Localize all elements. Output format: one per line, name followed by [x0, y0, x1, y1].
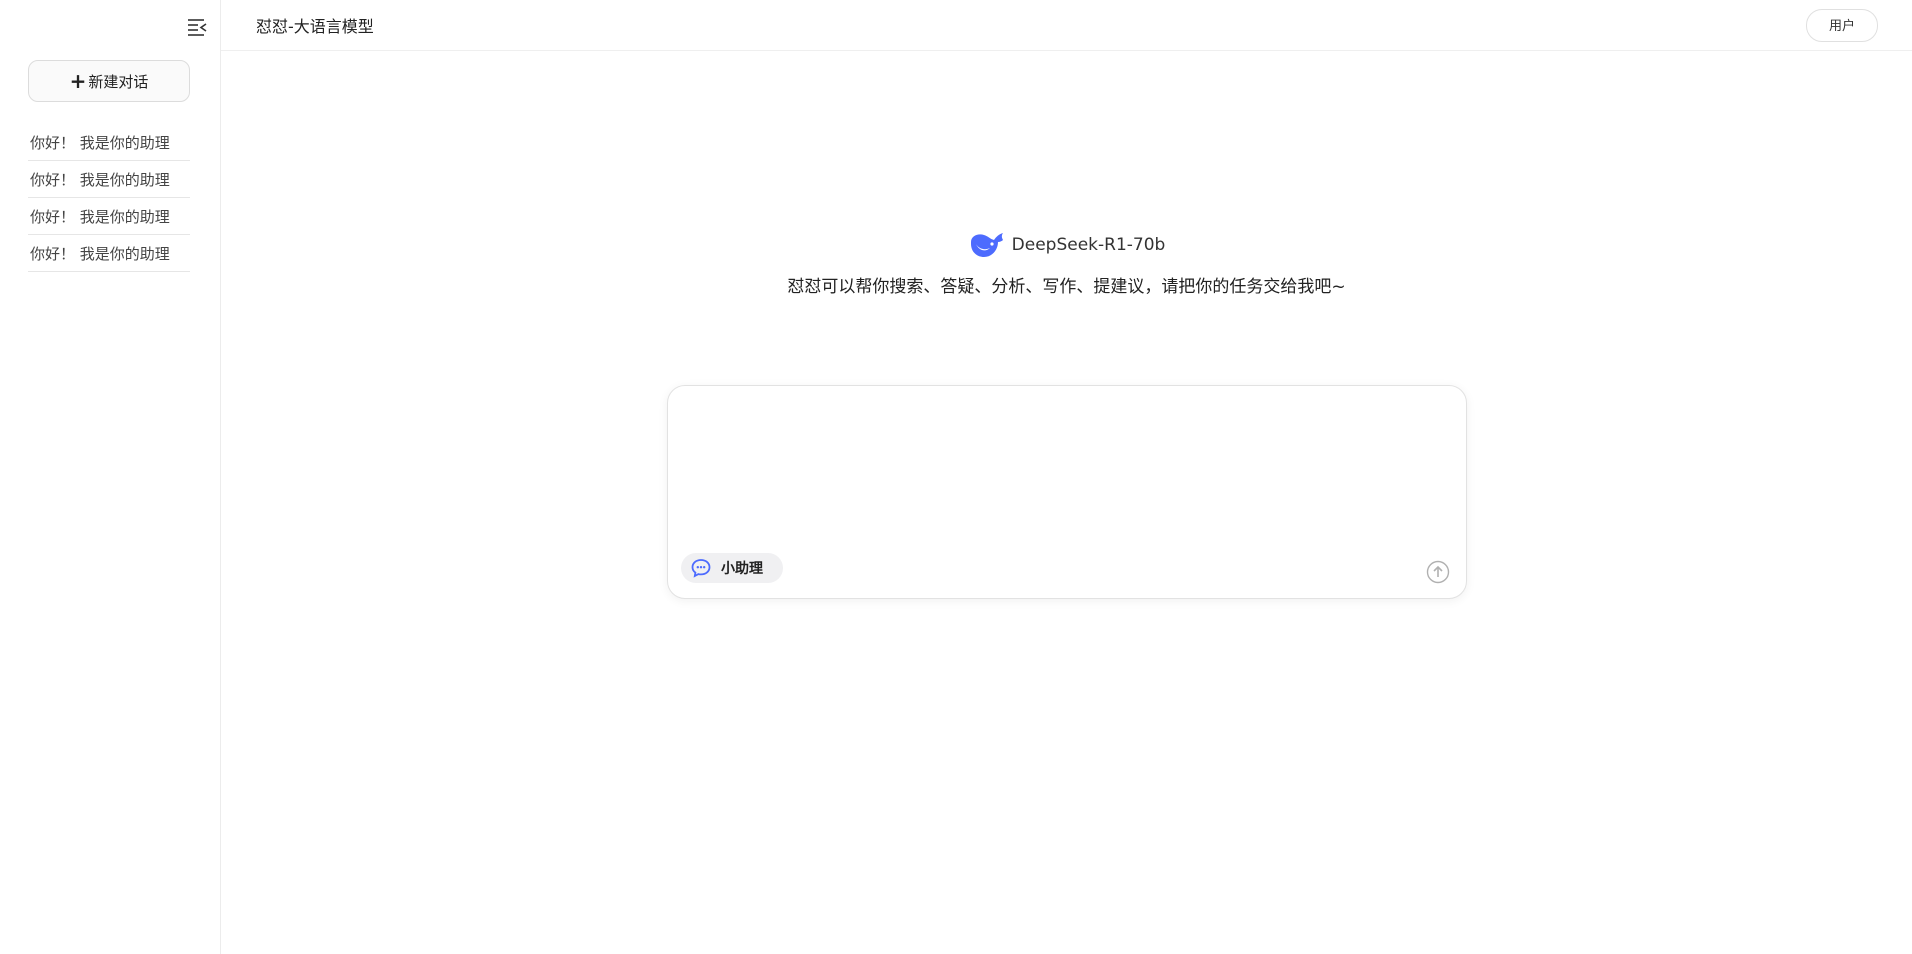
welcome-tagline: 怼怼可以帮你搜索、答疑、分析、写作、提建议，请把你的任务交给我吧~ [787, 277, 1346, 297]
history-item-label: 你好！ 我是你的助理 [30, 207, 170, 226]
sidebar-collapse-icon[interactable] [186, 16, 208, 38]
message-input[interactable] [684, 400, 1450, 520]
history-item[interactable]: 你好！ 我是你的助理 [28, 161, 190, 198]
page-title: 怼怼-大语言模型 [256, 17, 374, 36]
app-root: + 新建对话 你好！ 我是你的助理 你好！ 我是你的助理 你好！ 我是你的助理 … [0, 0, 1912, 954]
top-bar: 怼怼-大语言模型 用户 [221, 0, 1912, 51]
new-chat-button[interactable]: + 新建对话 [28, 60, 190, 102]
welcome-hero: DeepSeek-R1-70b 怼怼可以帮你搜索、答疑、分析、写作、提建议，请把… [221, 230, 1912, 297]
history-item[interactable]: 你好！ 我是你的助理 [28, 124, 190, 161]
sidebar: + 新建对话 你好！ 我是你的助理 你好！ 我是你的助理 你好！ 我是你的助理 … [0, 0, 221, 954]
history-item[interactable]: 你好！ 我是你的助理 [28, 235, 190, 272]
deepseek-whale-logo-icon [970, 233, 1003, 257]
assistant-label: 小助理 [721, 561, 763, 577]
history-item-label: 你好！ 我是你的助理 [30, 244, 170, 263]
send-arrow-up-icon[interactable] [1426, 560, 1450, 584]
message-composer: 小助理 [667, 385, 1467, 599]
main-panel: 怼怼-大语言模型 用户 DeepSeek-R1-70b 怼怼可以帮你搜索、答疑、… [221, 0, 1912, 954]
model-indicator: DeepSeek-R1-70b [221, 230, 1912, 260]
assistant-selector-button[interactable]: 小助理 [681, 553, 783, 583]
new-chat-label: 新建对话 [88, 72, 149, 91]
plus-icon: + [69, 69, 87, 93]
user-button[interactable]: 用户 [1805, 8, 1878, 42]
chat-bubble-icon [691, 559, 711, 578]
model-name: DeepSeek-R1-70b [1011, 235, 1166, 255]
chat-history-list: 你好！ 我是你的助理 你好！ 我是你的助理 你好！ 我是你的助理 你好！ 我是你… [28, 124, 190, 272]
history-item-label: 你好！ 我是你的助理 [30, 170, 170, 189]
history-item[interactable]: 你好！ 我是你的助理 [28, 198, 190, 235]
history-item-label: 你好！ 我是你的助理 [30, 133, 170, 152]
